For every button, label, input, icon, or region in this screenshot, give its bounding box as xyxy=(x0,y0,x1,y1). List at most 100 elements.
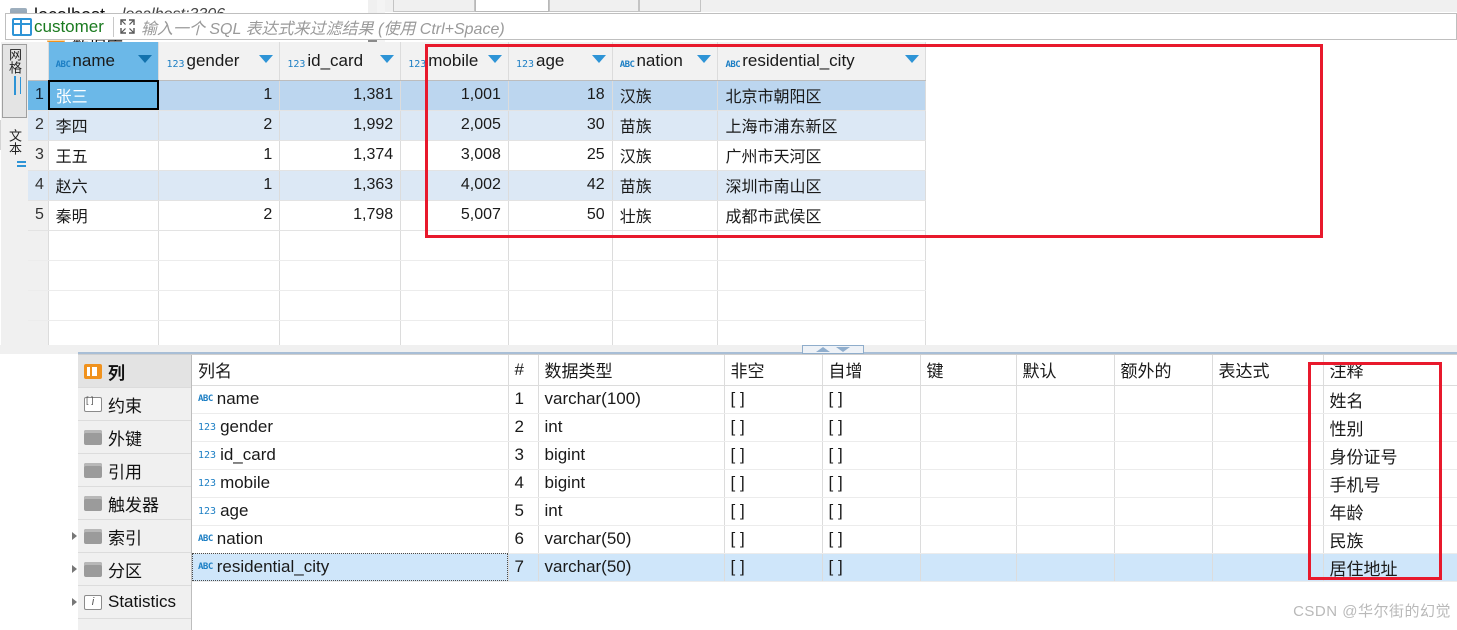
metadata-cell-autoincrement[interactable]: [ ] xyxy=(822,553,920,581)
result-empty-cell[interactable] xyxy=(508,320,612,345)
result-column-header-id_card[interactable]: 123id_card xyxy=(280,42,401,80)
chevron-right-icon[interactable] xyxy=(72,532,77,540)
result-cell-gender[interactable]: 1 xyxy=(159,140,280,170)
chevron-right-icon[interactable] xyxy=(72,565,77,573)
result-cell-gender[interactable]: 2 xyxy=(159,110,280,140)
result-cell-nation[interactable]: 汉族 xyxy=(612,140,718,170)
metadata-header-row[interactable]: 列名#数据类型非空自增键默认额外的表达式注释 xyxy=(192,355,1457,385)
result-cell-nation[interactable]: 苗族 xyxy=(612,110,718,140)
result-grid-row[interactable]: 2李四21,9922,00530苗族上海市浦东新区 xyxy=(28,110,926,140)
metadata-cell-key[interactable] xyxy=(920,525,1016,553)
row-number-cell[interactable]: 5 xyxy=(28,200,48,230)
metadata-header-3[interactable]: 非空 xyxy=(724,355,822,385)
panel-splitter[interactable] xyxy=(0,345,1457,354)
metadata-row[interactable]: 123age5int[ ][ ]年龄 xyxy=(192,497,1457,525)
metadata-header-4[interactable]: 自增 xyxy=(822,355,920,385)
result-grid-empty-row[interactable] xyxy=(28,230,926,260)
metadata-cell-default[interactable] xyxy=(1016,497,1114,525)
metadata-cell-expression[interactable] xyxy=(1212,413,1323,441)
metadata-cell-datatype[interactable]: varchar(100) xyxy=(538,385,724,413)
result-cell-id_card[interactable]: 1,381 xyxy=(280,80,401,110)
metadata-row[interactable]: 123id_card3bigint[ ][ ]身份证号 xyxy=(192,441,1457,469)
metadata-cell-index[interactable]: 6 xyxy=(508,525,538,553)
result-empty-cell[interactable] xyxy=(508,260,612,290)
result-grid[interactable]: ABCname123gender123id_card123mobile123ag… xyxy=(28,42,926,345)
metadata-cell-extra[interactable] xyxy=(1114,413,1212,441)
metadata-row[interactable]: 123gender2int[ ][ ]性别 xyxy=(192,413,1457,441)
chevron-down-icon[interactable] xyxy=(138,55,152,63)
metadata-table[interactable]: 列名#数据类型非空自增键默认额外的表达式注释 ABCname1varchar(1… xyxy=(192,355,1457,582)
result-empty-cell[interactable] xyxy=(718,290,926,320)
metadata-cell-autoincrement[interactable]: [ ] xyxy=(822,385,920,413)
metadata-cell-comment[interactable]: 姓名 xyxy=(1323,385,1457,413)
result-cell-residential_city[interactable]: 深圳市南山区 xyxy=(718,170,926,200)
metadata-sidebar-item-[interactable]: 触发器 xyxy=(78,487,191,520)
metadata-cell-index[interactable]: 3 xyxy=(508,441,538,469)
metadata-cell-index[interactable]: 4 xyxy=(508,469,538,497)
editor-tab-active[interactable] xyxy=(475,0,549,12)
result-empty-cell[interactable] xyxy=(280,290,401,320)
metadata-cell-notnull[interactable]: [ ] xyxy=(724,553,822,581)
result-column-header-nation[interactable]: ABCnation xyxy=(612,42,718,80)
result-cell-name[interactable]: 张三 xyxy=(48,80,159,110)
result-grid-empty-row[interactable] xyxy=(28,260,926,290)
result-cell-name[interactable]: 赵六 xyxy=(48,170,159,200)
metadata-cell-comment[interactable]: 身份证号 xyxy=(1323,441,1457,469)
result-grid-row[interactable]: 5秦明21,7985,00750壮族成都市武侯区 xyxy=(28,200,926,230)
metadata-cell-datatype[interactable]: varchar(50) xyxy=(538,553,724,581)
metadata-sidebar-item-Statistics[interactable]: iStatistics xyxy=(78,586,191,619)
metadata-row[interactable]: ABCresidential_city7varchar(50)[ ][ ]居住地… xyxy=(192,553,1457,581)
metadata-cell-index[interactable]: 7 xyxy=(508,553,538,581)
metadata-cell-notnull[interactable]: [ ] xyxy=(724,413,822,441)
result-cell-age[interactable]: 30 xyxy=(508,110,612,140)
result-empty-cell[interactable] xyxy=(48,260,159,290)
metadata-cell-default[interactable] xyxy=(1016,385,1114,413)
metadata-cell-autoincrement[interactable]: [ ] xyxy=(822,525,920,553)
result-column-header-gender[interactable]: 123gender xyxy=(159,42,280,80)
editor-tab-1[interactable] xyxy=(393,0,475,12)
metadata-cell-autoincrement[interactable]: [ ] xyxy=(822,441,920,469)
metadata-cell-default[interactable] xyxy=(1016,469,1114,497)
metadata-cell-notnull[interactable]: [ ] xyxy=(724,497,822,525)
result-empty-cell[interactable] xyxy=(401,290,509,320)
metadata-header-2[interactable]: 数据类型 xyxy=(538,355,724,385)
result-column-header-mobile[interactable]: 123mobile xyxy=(401,42,509,80)
result-cell-id_card[interactable]: 1,798 xyxy=(280,200,401,230)
metadata-row[interactable]: ABCnation6varchar(50)[ ][ ]民族 xyxy=(192,525,1457,553)
result-cell-gender[interactable]: 1 xyxy=(159,170,280,200)
result-empty-cell[interactable] xyxy=(159,230,280,260)
row-number-cell[interactable] xyxy=(28,230,48,260)
metadata-cell-key[interactable] xyxy=(920,469,1016,497)
row-number-cell[interactable]: 4 xyxy=(28,170,48,200)
metadata-header-6[interactable]: 默认 xyxy=(1016,355,1114,385)
metadata-cell-key[interactable] xyxy=(920,553,1016,581)
result-grid-row[interactable]: 3王五11,3743,00825汉族广州市天河区 xyxy=(28,140,926,170)
metadata-cell-notnull[interactable]: [ ] xyxy=(724,469,822,497)
metadata-row[interactable]: 123mobile4bigint[ ][ ]手机号 xyxy=(192,469,1457,497)
result-empty-cell[interactable] xyxy=(718,320,926,345)
result-grid-empty-row[interactable] xyxy=(28,290,926,320)
result-cell-residential_city[interactable]: 广州市天河区 xyxy=(718,140,926,170)
metadata-header-5[interactable]: 键 xyxy=(920,355,1016,385)
chevron-down-icon[interactable] xyxy=(488,55,502,63)
result-grid-empty-row[interactable] xyxy=(28,320,926,345)
metadata-cell-extra[interactable] xyxy=(1114,497,1212,525)
result-empty-cell[interactable] xyxy=(718,260,926,290)
result-cell-name[interactable]: 秦明 xyxy=(48,200,159,230)
result-grid-row[interactable]: 1张三11,3811,00118汉族北京市朝阳区 xyxy=(28,80,926,110)
metadata-cell-comment[interactable]: 手机号 xyxy=(1323,469,1457,497)
expand-arrows-icon[interactable] xyxy=(120,19,135,34)
metadata-cell-comment[interactable]: 民族 xyxy=(1323,525,1457,553)
result-column-header-age[interactable]: 123age xyxy=(508,42,612,80)
metadata-cell-column-name[interactable]: ABCresidential_city xyxy=(192,553,508,581)
metadata-cell-datatype[interactable]: bigint xyxy=(538,441,724,469)
metadata-cell-default[interactable] xyxy=(1016,441,1114,469)
chevron-down-icon[interactable] xyxy=(259,55,273,63)
editor-tab-3[interactable] xyxy=(549,0,639,12)
presentation-tab-text[interactable]: 文本 xyxy=(2,126,27,194)
metadata-header-8[interactable]: 表达式 xyxy=(1212,355,1323,385)
result-cell-age[interactable]: 50 xyxy=(508,200,612,230)
metadata-cell-extra[interactable] xyxy=(1114,441,1212,469)
metadata-sidebar-item-[interactable]: 引用 xyxy=(78,454,191,487)
metadata-cell-key[interactable] xyxy=(920,497,1016,525)
